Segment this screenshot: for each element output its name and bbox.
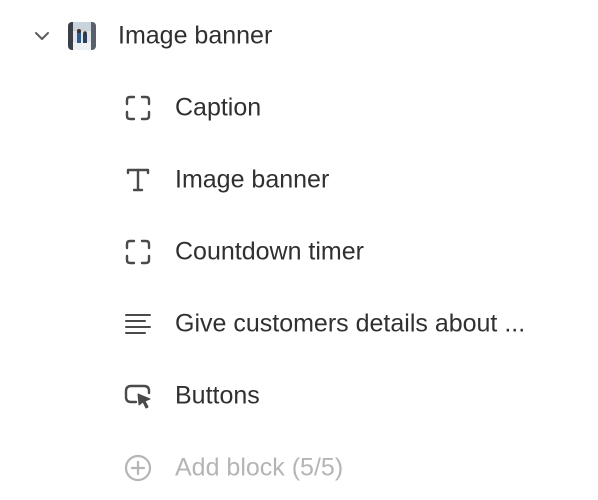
- block-label: Image banner: [175, 165, 330, 194]
- block-row-buttons[interactable]: Buttons: [0, 366, 598, 426]
- button-cursor-icon: [122, 380, 154, 412]
- section-row-image-banner[interactable]: Image banner: [0, 6, 598, 66]
- block-frame-icon: [122, 236, 154, 268]
- block-label: Caption: [175, 93, 262, 122]
- add-block-button[interactable]: Add block (5/5): [0, 438, 598, 498]
- block-row-text-details[interactable]: Give customers details about ...: [0, 294, 598, 354]
- block-row-caption[interactable]: Caption: [0, 78, 598, 138]
- block-frame-icon: [122, 92, 154, 124]
- block-label: Buttons: [175, 381, 260, 410]
- block-row-countdown-timer[interactable]: Countdown timer: [0, 222, 598, 282]
- text-icon: [122, 164, 154, 196]
- chevron-down-icon[interactable]: [31, 25, 53, 47]
- block-label: Countdown timer: [175, 237, 364, 266]
- add-block-label: Add block (5/5): [175, 453, 344, 482]
- section-label: Image banner: [118, 21, 273, 50]
- block-row-image-banner-text[interactable]: Image banner: [0, 150, 598, 210]
- plus-circle-icon: [122, 452, 154, 484]
- section-tree: Image banner Caption Image banner Countd…: [0, 0, 598, 500]
- paragraph-icon: [122, 308, 154, 340]
- image-thumbnail: [68, 22, 96, 50]
- block-label: Give customers details about ...: [175, 309, 526, 338]
